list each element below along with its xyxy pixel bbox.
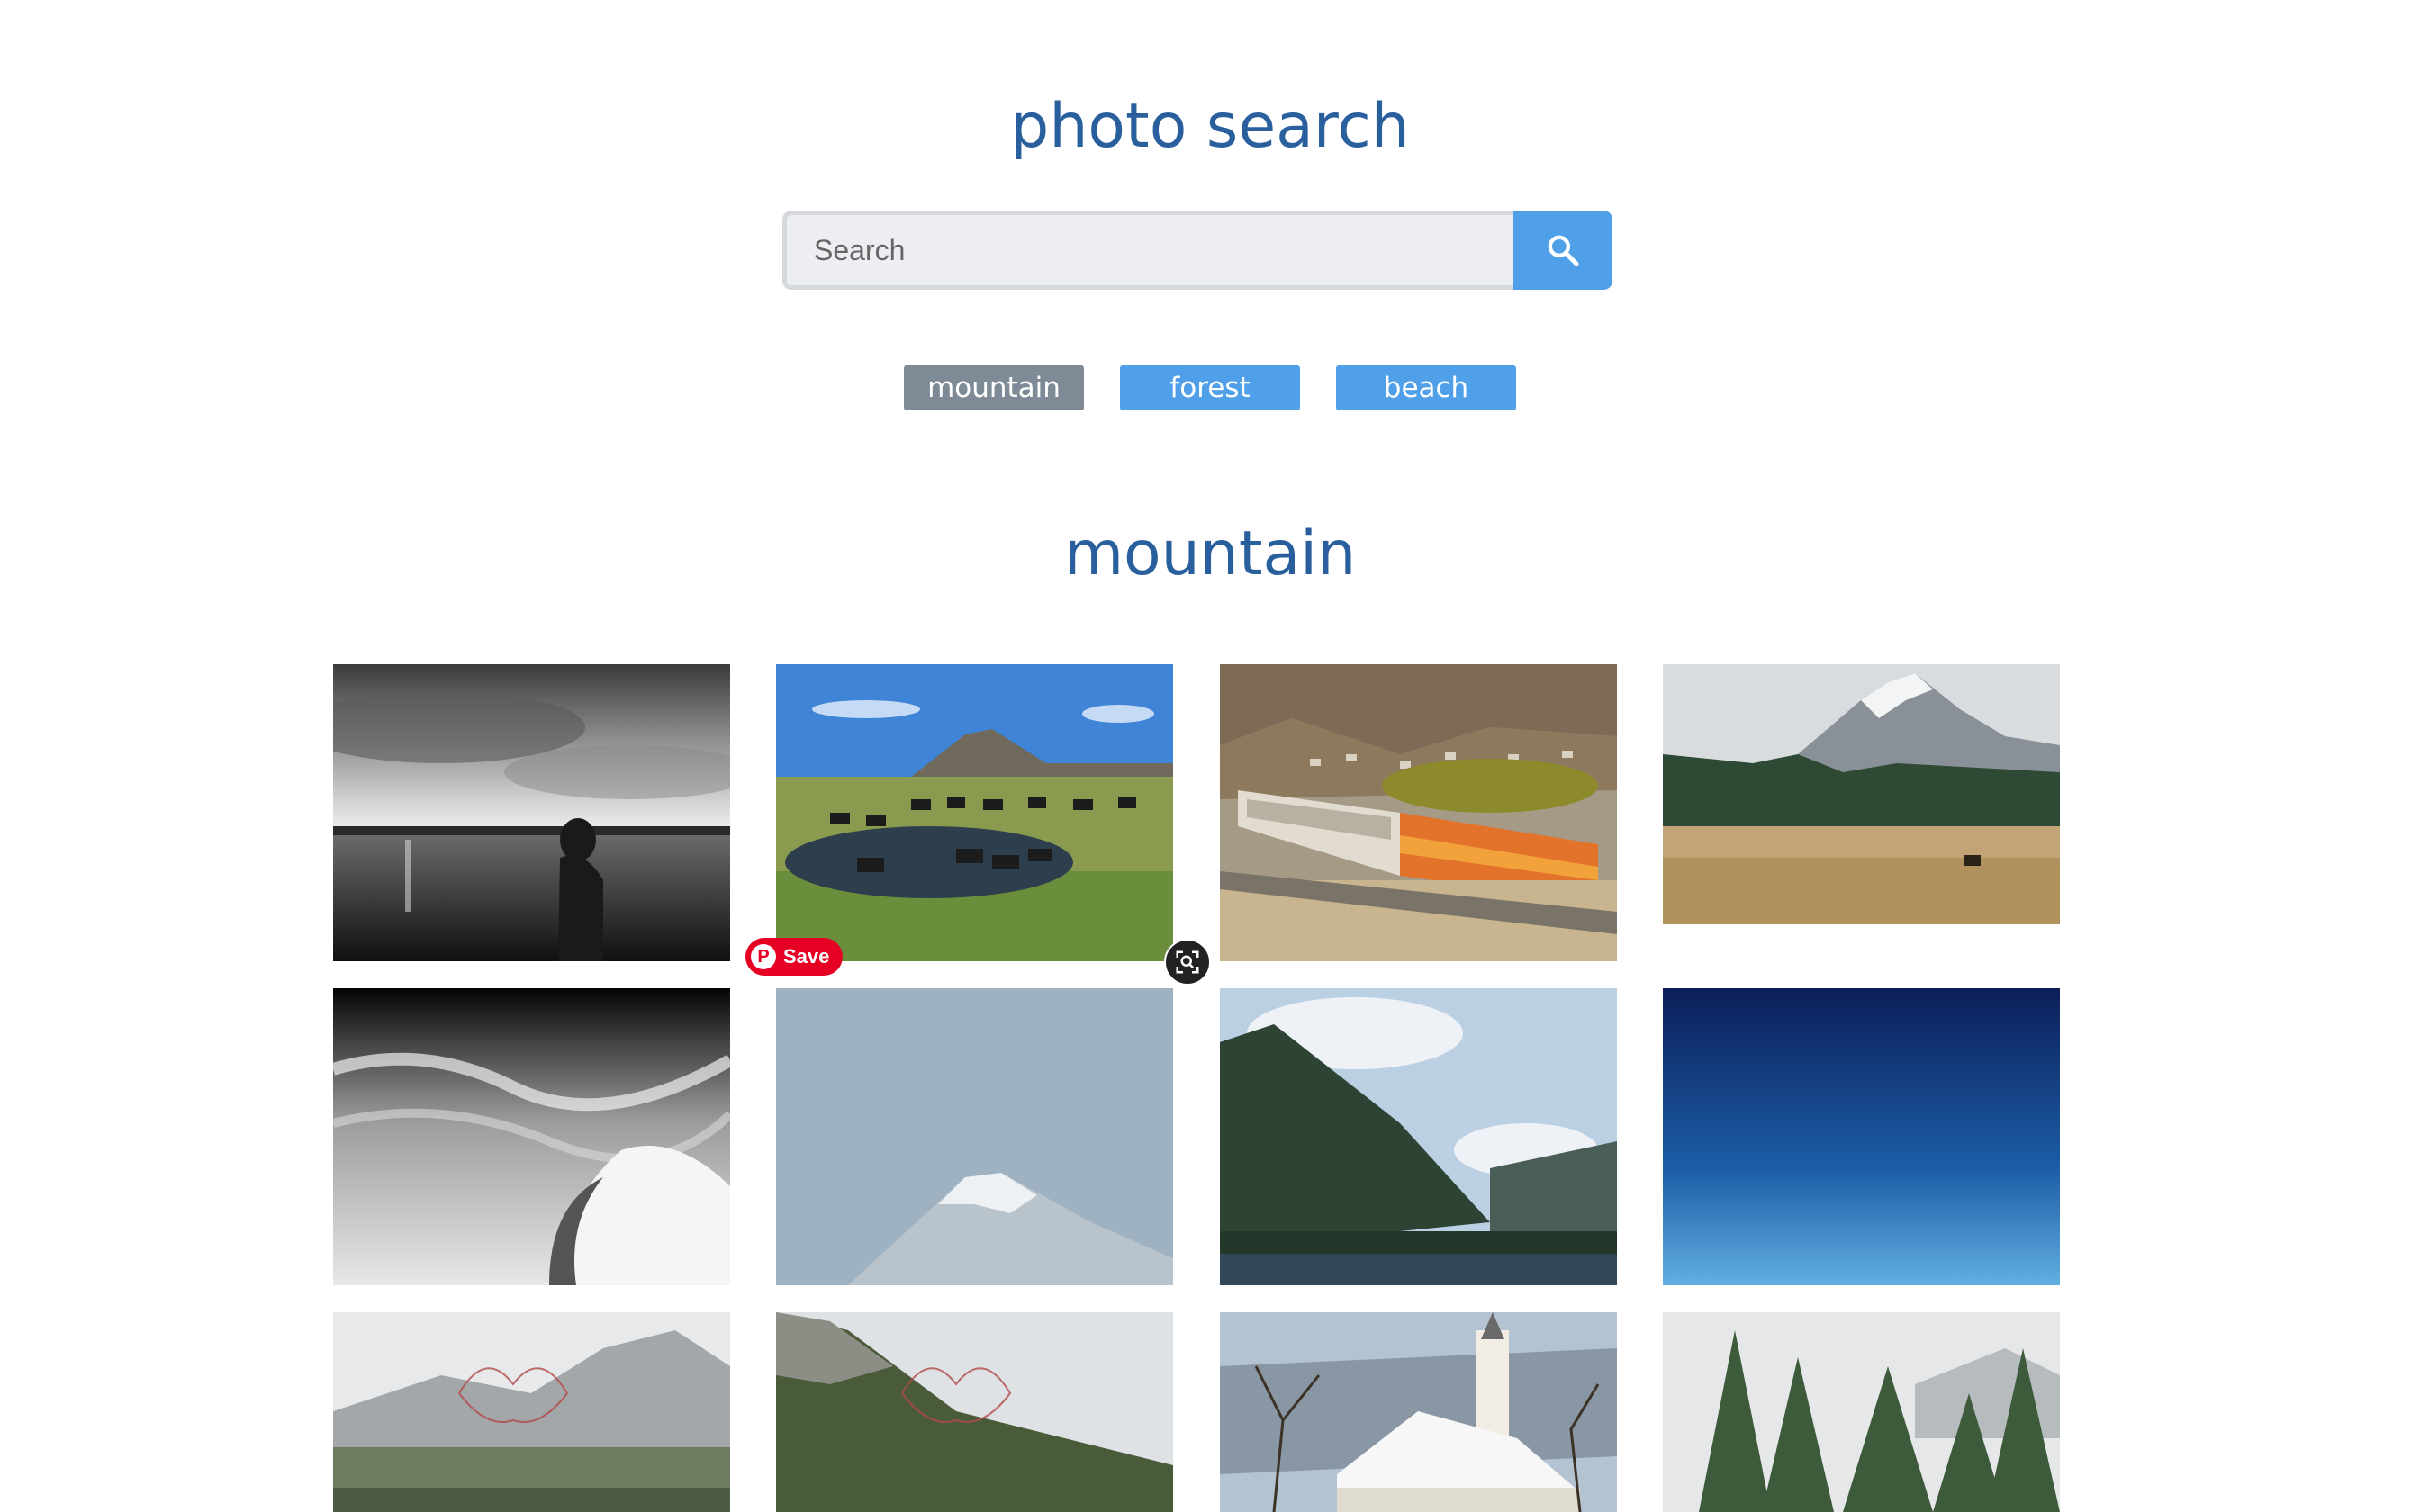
pinterest-save-button[interactable]: P Save [745, 938, 843, 976]
visual-search-icon [1176, 950, 1199, 974]
search-bar [782, 211, 1612, 290]
search-icon [1548, 235, 1579, 266]
photo-freight-train[interactable] [1220, 664, 1617, 961]
results-heading: mountain [1063, 518, 1357, 590]
save-label: Save [783, 945, 830, 968]
photo-watermark-slope[interactable] [776, 1312, 1173, 1512]
photo-blue-sky[interactable] [1663, 988, 2060, 1285]
photo-snow-drifts[interactable] [333, 988, 730, 1285]
tag-forest[interactable]: forest [1120, 365, 1300, 410]
tag-beach[interactable]: beach [1336, 365, 1516, 410]
page-title: photo search [1010, 91, 1410, 162]
photo-winter-church[interactable] [1220, 1312, 1617, 1512]
search-button[interactable] [1513, 211, 1612, 290]
search-input[interactable] [782, 211, 1513, 290]
photo-lake-silhouette[interactable] [333, 664, 730, 961]
photo-hazy-volcano[interactable] [776, 988, 1173, 1285]
photo-forest-lake-clouds[interactable] [1220, 988, 1617, 1285]
pinterest-icon: P [751, 944, 776, 969]
tag-filters: mountain forest beach [0, 365, 2420, 410]
photo-cattle-pond[interactable] [776, 664, 1173, 961]
photo-watermark-mountain[interactable] [333, 1312, 730, 1512]
photo-mountain-meadow[interactable] [1663, 664, 2060, 924]
visual-search-button[interactable] [1164, 939, 1211, 986]
photo-trees-mountain[interactable] [1663, 1312, 2060, 1512]
tag-mountain[interactable]: mountain [904, 365, 1084, 410]
